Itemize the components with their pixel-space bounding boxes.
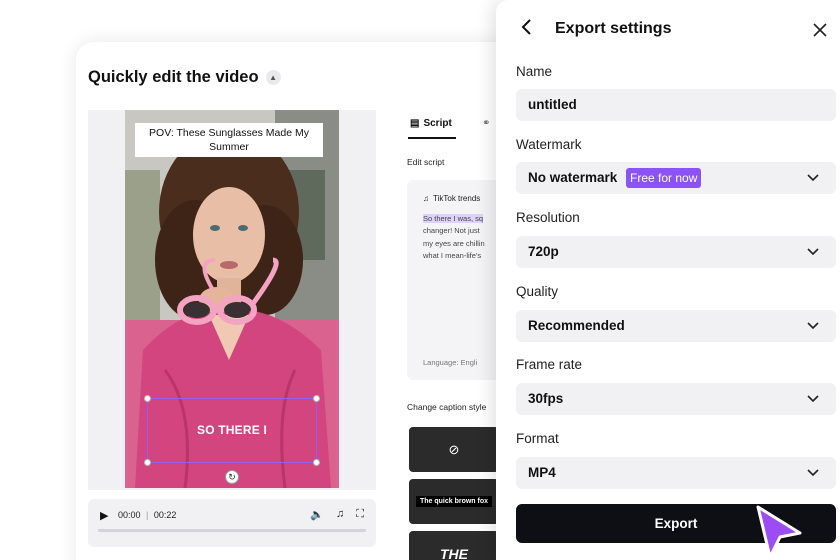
total-time: 00:22 — [153, 510, 177, 520]
resize-handle[interactable] — [313, 459, 320, 466]
tab-script-label: Script — [423, 118, 452, 129]
caption-selection-box[interactable]: SO THERE I — [144, 395, 320, 466]
quality-value: Recommended — [528, 318, 625, 333]
playback-progress-bar[interactable] — [98, 529, 366, 532]
resolution-value: 720p — [528, 244, 559, 259]
resolution-label: Resolution — [516, 210, 580, 225]
video-caption-text: SO THERE I — [196, 423, 267, 437]
frame-rate-label: Frame rate — [516, 357, 583, 372]
current-time: 00:00 — [118, 510, 141, 520]
chevron-down-icon — [806, 389, 820, 409]
export-settings-title: Export settings — [555, 20, 672, 37]
edit-script-label: Edit script — [407, 157, 445, 167]
caption-style-none[interactable]: ⊘ — [409, 427, 499, 472]
format-label: Format — [516, 431, 559, 446]
editor-card: Quickly edit the video ▲ POV: These Sung… — [76, 42, 546, 560]
fullscreen-icon[interactable]: ⛶ — [356, 508, 364, 521]
resolution-select[interactable]: 720p — [516, 236, 836, 268]
playback-time: 00:00 | 00:22 — [118, 510, 176, 520]
script-body: changer! Not just my eyes are chillin wh… — [423, 226, 485, 261]
frame-rate-value: 30fps — [528, 391, 564, 406]
stage: Quickly edit the video ▲ POV: These Sung… — [0, 0, 840, 560]
chevron-down-icon — [806, 316, 820, 336]
caption-style-bold[interactable]: THE — [409, 531, 499, 560]
tab-script[interactable]: ▤ Script — [410, 118, 452, 129]
tab-active-indicator — [408, 137, 456, 139]
script-source: ♫ TikTok trends — [423, 194, 480, 203]
frame-rate-select[interactable]: 30fps — [516, 383, 836, 415]
quality-select[interactable]: Recommended — [516, 310, 836, 342]
script-language[interactable]: Language: Engli — [423, 358, 477, 367]
video-title-caption[interactable]: POV: These Sunglasses Made My Summer — [135, 123, 323, 158]
caption-style-sample-2: THE — [440, 545, 468, 560]
video-player-controls: ▶ 00:00 | 00:22 🔈 ♫ ⛶ — [88, 499, 376, 547]
resize-handle[interactable] — [313, 395, 320, 402]
chevron-down-icon — [806, 242, 820, 262]
volume-icon[interactable]: 🔈 — [310, 508, 324, 521]
graduation-cap-icon: ▲ — [265, 70, 281, 85]
caption-style-label: Change caption style — [407, 402, 487, 412]
free-for-now-badge: Free for now — [626, 168, 702, 188]
player-right-controls: 🔈 ♫ ⛶ — [310, 508, 364, 521]
caption-style-sample-1: The quick brown fox — [415, 496, 493, 507]
editor-title: Quickly edit the video ▲ — [88, 68, 281, 87]
ban-icon: ⊘ — [448, 441, 460, 457]
resize-handle[interactable] — [144, 395, 151, 402]
name-label: Name — [516, 64, 553, 79]
script-icon: ▤ — [410, 118, 420, 129]
chevron-down-icon — [806, 168, 820, 188]
video-frame[interactable]: POV: These Sunglasses Made My Summer SO … — [125, 110, 339, 488]
close-icon[interactable] — [812, 17, 832, 39]
name-input[interactable]: untitled — [516, 89, 836, 121]
chevron-down-icon — [806, 463, 820, 483]
rotate-icon[interactable]: ↻ — [225, 470, 239, 484]
watermark-select[interactable]: No watermark Free for now — [516, 162, 836, 194]
play-icon[interactable]: ▶ — [100, 509, 108, 522]
editor-title-text: Quickly edit the video — [88, 68, 259, 86]
watermark-label: Watermark — [516, 137, 582, 152]
format-select[interactable]: MP4 — [516, 457, 836, 489]
caption-style-boxed[interactable]: The quick brown fox — [409, 479, 499, 524]
name-value: untitled — [528, 97, 577, 112]
script-source-label: TikTok trends — [433, 194, 481, 203]
resize-handle[interactable] — [144, 459, 151, 466]
back-arrow-icon[interactable] — [520, 17, 540, 39]
format-value: MP4 — [528, 465, 556, 480]
quality-label: Quality — [516, 284, 559, 299]
watermark-value: No watermark — [528, 170, 618, 185]
video-preview-area: POV: These Sunglasses Made My Summer SO … — [88, 110, 376, 490]
tiktok-icon[interactable]: ♫ — [336, 508, 344, 521]
tab-other-icon[interactable]: ⚭ — [482, 118, 490, 129]
export-panel-header: Export settings — [496, 0, 840, 58]
export-settings-panel: Export settings Name untitled Watermark … — [496, 0, 840, 560]
tiktok-icon: ♫ — [423, 194, 429, 203]
cursor-icon — [756, 505, 802, 559]
script-highlight: So there I was, sq — [423, 214, 484, 223]
time-separator: | — [146, 510, 149, 520]
